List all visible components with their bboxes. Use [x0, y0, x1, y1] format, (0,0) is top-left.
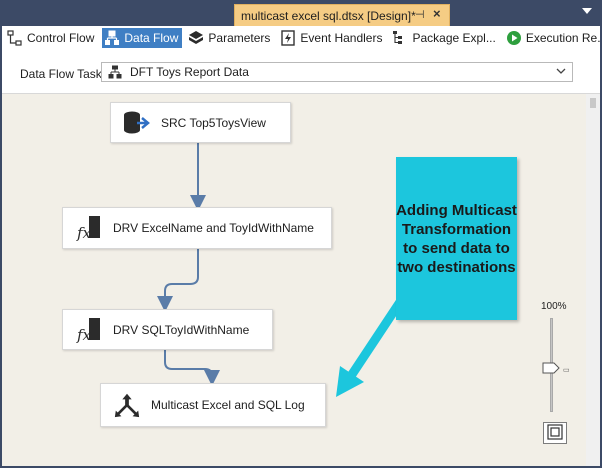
- callout-line: Transformation: [401, 220, 512, 238]
- zoom-slider-thumb[interactable]: [542, 362, 560, 374]
- zoom-to-fit-icon: [547, 423, 563, 443]
- tab-list-dropdown-icon[interactable]: [582, 8, 592, 14]
- event-handlers-icon: [280, 30, 296, 46]
- callout-line: to send data to: [403, 239, 510, 257]
- tab-label: Package Expl...: [412, 31, 496, 45]
- designer-tabs: Control Flow Data Flow Parameters Event …: [2, 26, 600, 50]
- designer-window: multicast excel sql.dtsx [Design]* ⊣ × C…: [0, 0, 602, 468]
- derived-column-icon: fx: [75, 316, 103, 344]
- chevron-down-icon[interactable]: [556, 65, 566, 80]
- tab-label: Execution Re...: [525, 31, 602, 45]
- parameters-icon: [188, 30, 204, 46]
- package-explorer-icon: [392, 30, 408, 46]
- ole-db-source-icon: [123, 109, 151, 137]
- component-src-top5toysview[interactable]: SRC Top5ToysView: [110, 102, 291, 143]
- tab-event-handlers[interactable]: Event Handlers: [278, 28, 386, 48]
- tab-execution-results[interactable]: Execution Re...: [504, 28, 602, 48]
- callout-line: Adding Multicast: [396, 201, 517, 219]
- tab-control-flow[interactable]: Control Flow: [5, 28, 98, 48]
- document-tab[interactable]: multicast excel sql.dtsx [Design]* ⊣ ×: [234, 4, 450, 26]
- data-flow-task-icon: [108, 65, 122, 79]
- tab-package-explorer[interactable]: Package Expl...: [390, 28, 499, 48]
- tab-label: Data Flow: [124, 31, 179, 45]
- data-flow-task-value: DFT Toys Report Data: [130, 65, 249, 79]
- zoom-level-label: 100%: [541, 301, 567, 312]
- tab-label: Event Handlers: [300, 31, 383, 45]
- data-flow-task-label: Data Flow Task:: [20, 67, 106, 81]
- document-tab-title: multicast excel sql.dtsx [Design]*: [241, 8, 416, 23]
- component-drv-excelname[interactable]: fx DRV ExcelName and ToyIdWithName: [62, 207, 332, 249]
- svg-text:fx: fx: [76, 326, 92, 344]
- annotation-callout: Adding Multicast Transformation to send …: [396, 157, 517, 320]
- zoom-tick-mark: ▭: [563, 367, 570, 374]
- multicast-icon: [113, 391, 141, 419]
- svg-text:fx: fx: [76, 224, 92, 242]
- component-label: DRV ExcelName and ToyIdWithName: [113, 221, 314, 235]
- tab-parameters[interactable]: Parameters: [186, 28, 274, 48]
- component-label: SRC Top5ToysView: [161, 115, 266, 130]
- tab-data-flow[interactable]: Data Flow: [102, 28, 183, 48]
- control-flow-icon: [7, 30, 23, 46]
- document-tab-strip: multicast excel sql.dtsx [Design]* ⊣ ×: [2, 2, 600, 26]
- execution-results-icon: [506, 30, 522, 46]
- scroll-up-arrow-icon[interactable]: [590, 98, 596, 108]
- tab-label: Parameters: [208, 31, 271, 45]
- component-label: DRV SQLToyIdWithName: [113, 322, 250, 337]
- callout-line: two destinations: [397, 258, 516, 276]
- data-flow-task-row: Data Flow Task: DFT Toys Report Data: [2, 50, 600, 94]
- component-label: Multicast Excel and SQL Log: [151, 398, 305, 412]
- pin-icon[interactable]: ⊣: [415, 8, 425, 21]
- component-multicast[interactable]: Multicast Excel and SQL Log: [100, 383, 326, 427]
- close-icon[interactable]: ×: [433, 6, 441, 21]
- zoom-to-fit-button[interactable]: [543, 422, 567, 444]
- component-drv-sqltoyidwithname[interactable]: fx DRV SQLToyIdWithName: [62, 309, 273, 350]
- vertical-scrollbar[interactable]: [586, 94, 600, 466]
- derived-column-icon: fx: [75, 214, 103, 242]
- data-flow-icon: [104, 30, 120, 46]
- tab-label: Control Flow: [27, 31, 95, 45]
- data-flow-task-select[interactable]: DFT Toys Report Data: [101, 62, 573, 82]
